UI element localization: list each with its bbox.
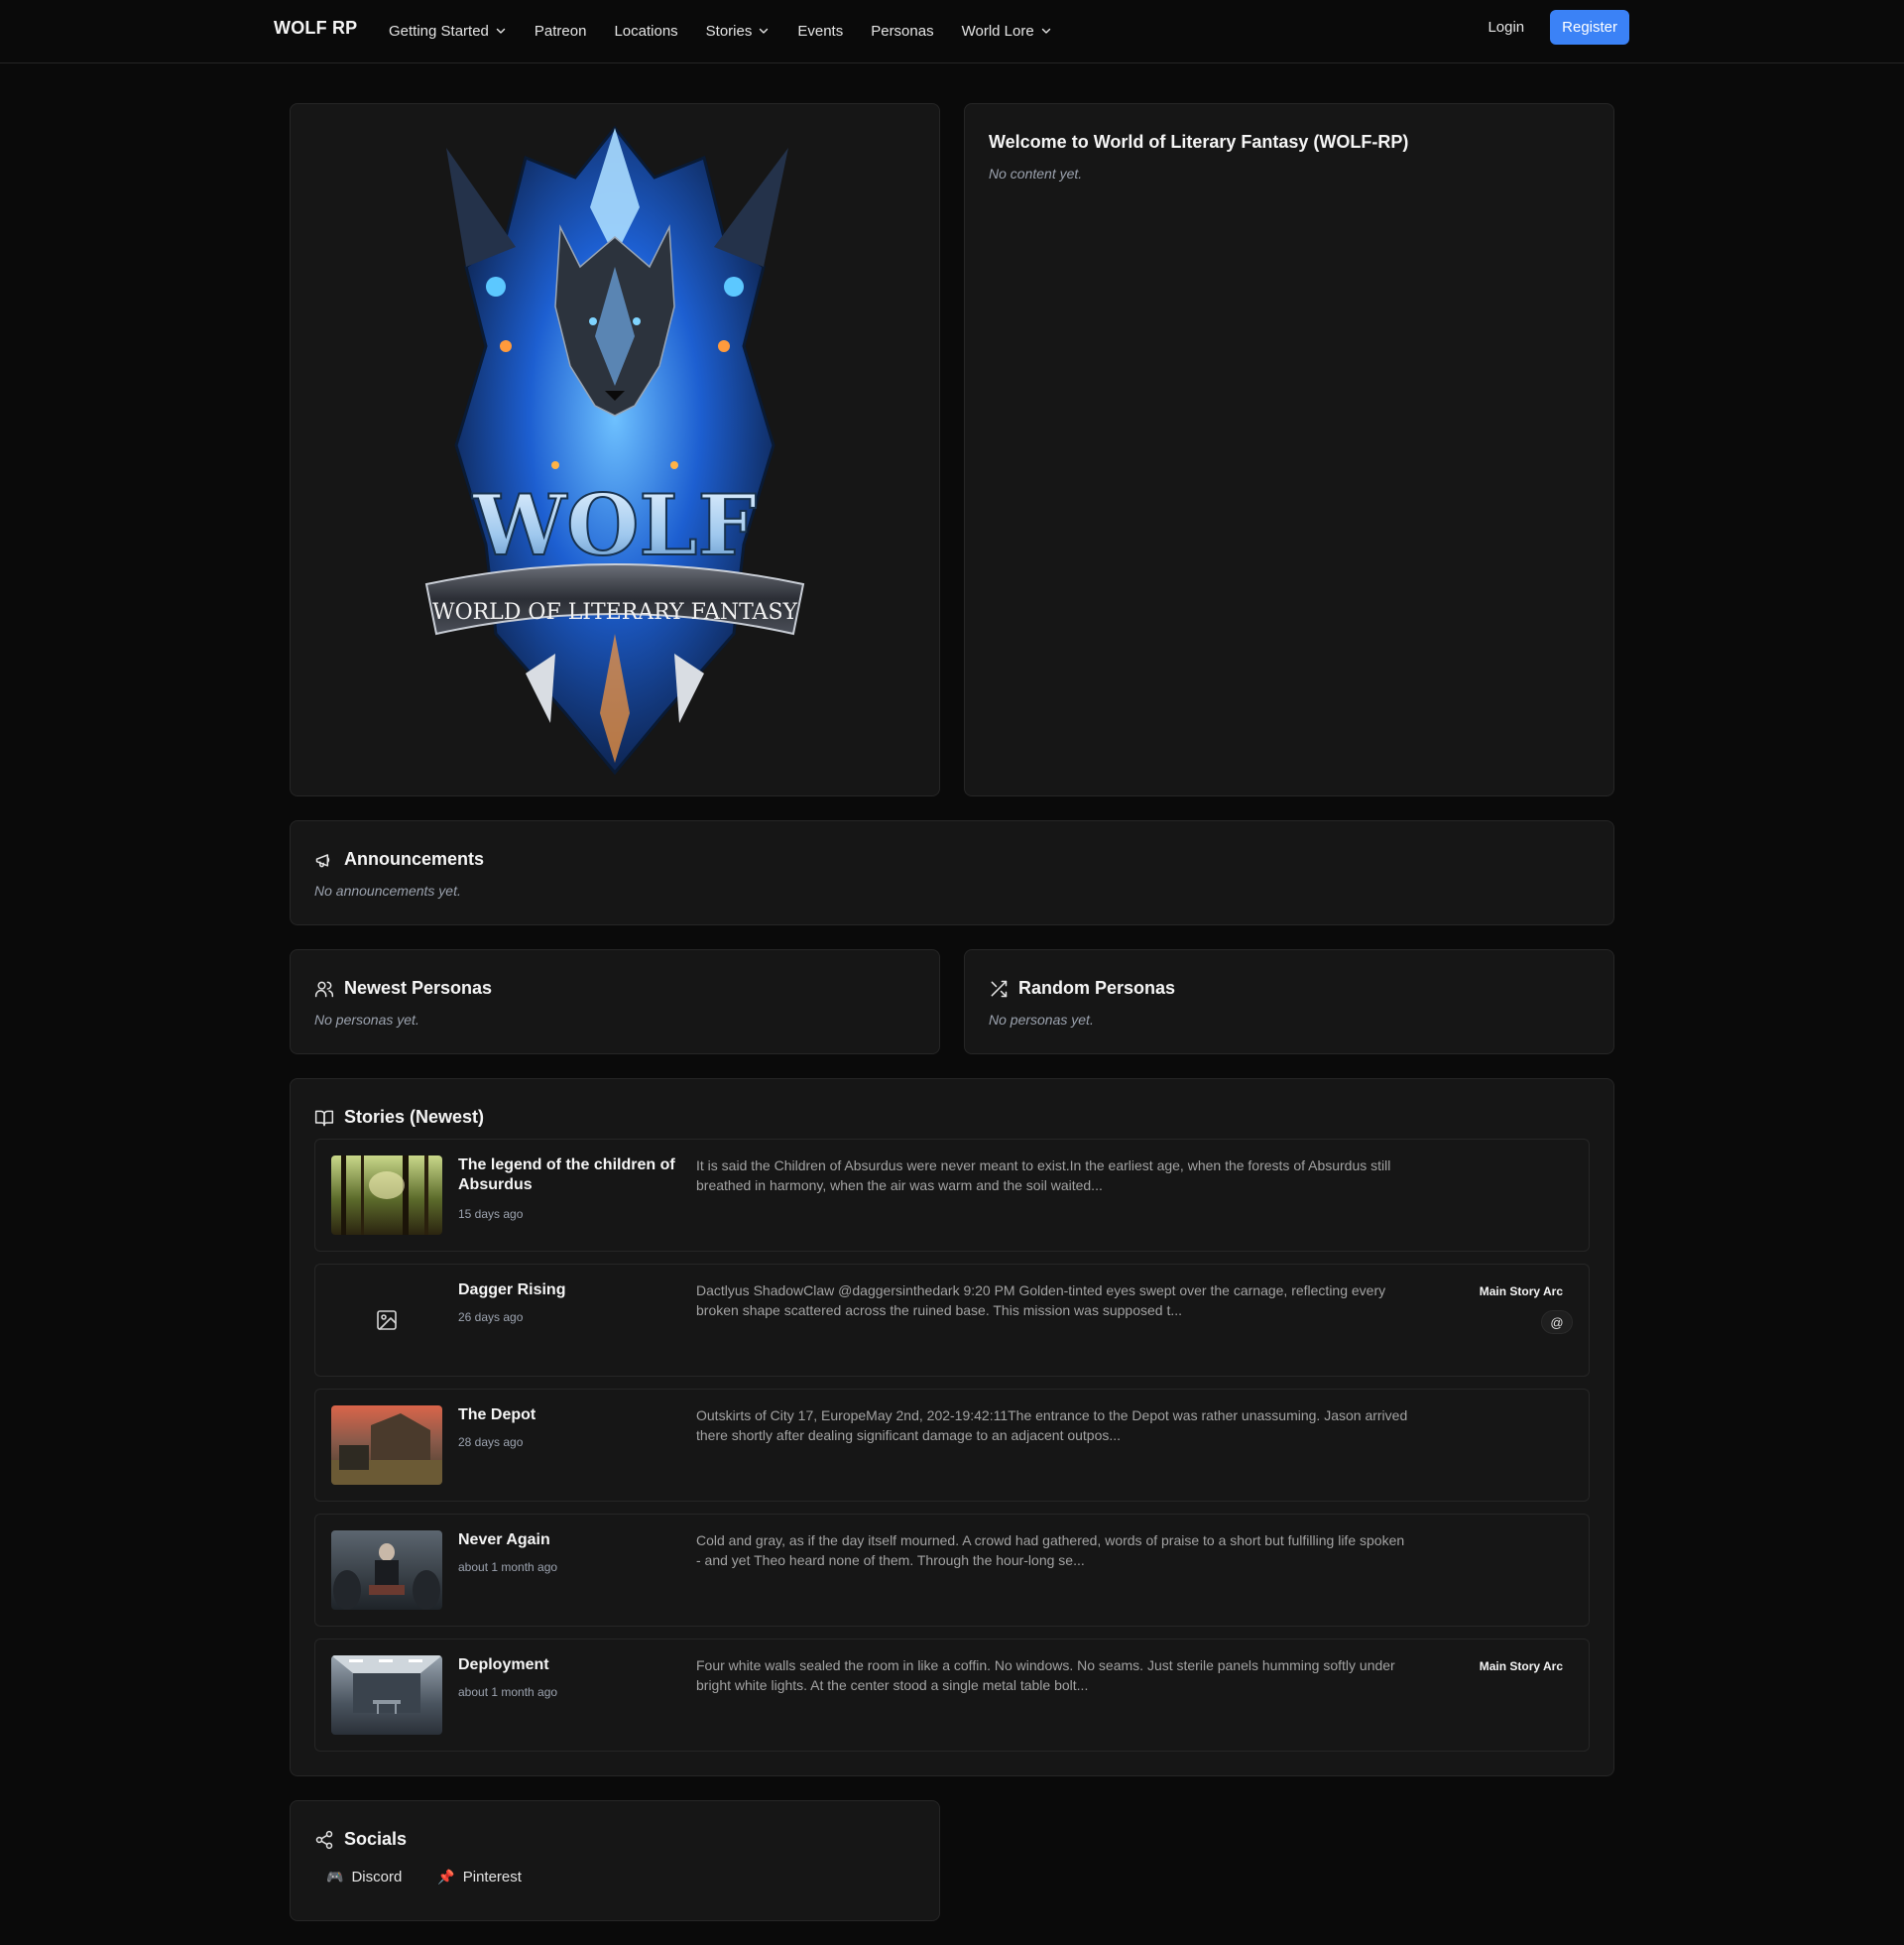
pushpin-icon: 📌 (437, 1869, 455, 1884)
story-thumbnail (331, 1405, 442, 1485)
story-title[interactable]: Deployment (458, 1655, 686, 1675)
logo-subtitle: WORLD OF LITERARY FANTASY (432, 600, 798, 625)
nav-link-label: Locations (614, 22, 678, 40)
nav-link-label: Patreon (534, 22, 587, 40)
announcements-heading: Announcements (314, 849, 484, 870)
nav-link-label: World Lore (961, 22, 1034, 40)
story-date: about 1 month ago (458, 1685, 558, 1699)
newest-personas-heading: Newest Personas (314, 978, 492, 999)
register-button[interactable]: Register (1550, 10, 1629, 45)
chevron-down-icon (760, 28, 769, 34)
logo-card: WOLF WORLD OF LITERARY FANTASY (290, 103, 940, 796)
nav-link-label: Personas (871, 22, 934, 40)
story-thumbnail-placeholder (331, 1280, 442, 1360)
story-title[interactable]: The legend of the children of Absurdus (458, 1155, 686, 1195)
story-item[interactable]: Deployment about 1 month ago Four white … (314, 1639, 1590, 1752)
socials-links: 🎮 Discord 📌 Pinterest (326, 1869, 522, 1885)
socials-card: Socials 🎮 Discord 📌 Pinterest (290, 1800, 940, 1921)
megaphone-icon (315, 853, 330, 867)
logo-title: WOLF (472, 476, 757, 574)
story-date: 15 days ago (458, 1207, 524, 1221)
story-date: 26 days ago (458, 1310, 524, 1324)
newest-personas-empty-state: No personas yet. (314, 1012, 419, 1028)
funeral-image (331, 1530, 442, 1610)
depot-image (331, 1405, 442, 1485)
chevron-down-icon (1041, 28, 1050, 34)
nav-link-label: Events (797, 22, 844, 40)
random-personas-title: Random Personas (1018, 978, 1176, 998)
socials-heading: Socials (314, 1829, 407, 1850)
welcome-title: Welcome to World of Literary Fantasy (WO… (989, 132, 1409, 152)
pinterest-link[interactable]: 📌 Pinterest (437, 1869, 522, 1885)
story-date: about 1 month ago (458, 1560, 558, 1574)
nav-auth: Login Register (1478, 10, 1629, 45)
nav-personas[interactable]: Personas (871, 19, 933, 43)
story-excerpt: Dactlyus ShadowClaw @daggersinthedark 9:… (696, 1282, 1386, 1318)
stories-heading: Stories (Newest) (314, 1107, 484, 1128)
share-icon (315, 1830, 333, 1849)
story-excerpt: Outskirts of City 17, EuropeMay 2nd, 202… (696, 1407, 1408, 1443)
login-link[interactable]: Login (1478, 11, 1534, 44)
white-room-image (331, 1655, 442, 1735)
discord-link[interactable]: 🎮 Discord (326, 1869, 402, 1885)
nav-patreon[interactable]: Patreon (535, 19, 587, 43)
shuffle-icon (991, 980, 1008, 997)
story-excerpt: Cold and gray, as if the day itself mour… (696, 1532, 1405, 1568)
story-item[interactable]: Dagger Rising 26 days ago Dactlyus Shado… (314, 1264, 1590, 1377)
story-thumbnail (331, 1655, 442, 1735)
announcements-title: Announcements (344, 849, 485, 869)
nav-world-lore[interactable]: World Lore (962, 19, 1052, 43)
book-open-icon (314, 1110, 334, 1126)
story-item[interactable]: The legend of the children of Absurdus 1… (314, 1139, 1590, 1252)
story-item[interactable]: The Depot 28 days ago Outskirts of City … (314, 1389, 1590, 1502)
image-placeholder-icon (377, 1310, 397, 1330)
story-title[interactable]: The Depot (458, 1405, 686, 1425)
social-link-label: Discord (351, 1869, 403, 1885)
story-thumbnail (331, 1155, 442, 1235)
random-personas-card: Random Personas No personas yet. (964, 949, 1614, 1054)
story-excerpt: Four white walls sealed the room in like… (696, 1657, 1395, 1693)
welcome-empty-state: No content yet. (989, 166, 1083, 182)
nav-getting-started[interactable]: Getting Started (389, 19, 507, 43)
brand-logo[interactable]: WOLF RP (274, 18, 357, 39)
chevron-down-icon (496, 28, 506, 34)
wolf-crest-icon: WOLF WORLD OF LITERARY FANTASY (424, 125, 805, 775)
story-excerpt: It is said the Children of Absurdus were… (696, 1157, 1391, 1193)
nav-link-label: Getting Started (389, 22, 489, 40)
nav-links: Getting Started Patreon Locations Storie… (389, 19, 1080, 43)
newest-personas-card: Newest Personas No personas yet. (290, 949, 940, 1054)
story-item[interactable]: Never Again about 1 month ago Cold and g… (314, 1514, 1590, 1627)
random-personas-empty-state: No personas yet. (989, 1012, 1094, 1028)
nav-link-label: Stories (705, 22, 753, 40)
users-icon (314, 981, 334, 997)
story-arc-tag: Main Story Arc (1479, 1284, 1563, 1298)
forest-image (331, 1155, 442, 1235)
story-title[interactable]: Dagger Rising (458, 1280, 686, 1300)
random-personas-heading: Random Personas (989, 978, 1175, 999)
stories-title: Stories (Newest) (344, 1107, 485, 1127)
nav-events[interactable]: Events (797, 19, 843, 43)
welcome-card: Welcome to World of Literary Fantasy (WO… (964, 103, 1614, 796)
stories-card: Stories (Newest) The legend of the child… (290, 1078, 1614, 1776)
mention-badge[interactable]: @ (1541, 1310, 1573, 1334)
socials-title: Socials (344, 1829, 408, 1849)
top-navbar: WOLF RP Getting Started Patreon Location… (0, 0, 1904, 63)
newest-personas-title: Newest Personas (344, 978, 493, 998)
story-arc-tag: Main Story Arc (1479, 1659, 1563, 1673)
nav-stories[interactable]: Stories (706, 19, 771, 43)
social-link-label: Pinterest (462, 1869, 522, 1885)
announcements-empty-state: No announcements yet. (314, 883, 461, 899)
nav-locations[interactable]: Locations (614, 19, 677, 43)
wolf-crest-logo: WOLF WORLD OF LITERARY FANTASY (291, 104, 939, 795)
story-date: 28 days ago (458, 1435, 524, 1449)
story-thumbnail (331, 1530, 442, 1610)
story-title[interactable]: Never Again (458, 1530, 686, 1550)
gamepad-icon: 🎮 (326, 1869, 344, 1884)
announcements-card: Announcements No announcements yet. (290, 820, 1614, 925)
